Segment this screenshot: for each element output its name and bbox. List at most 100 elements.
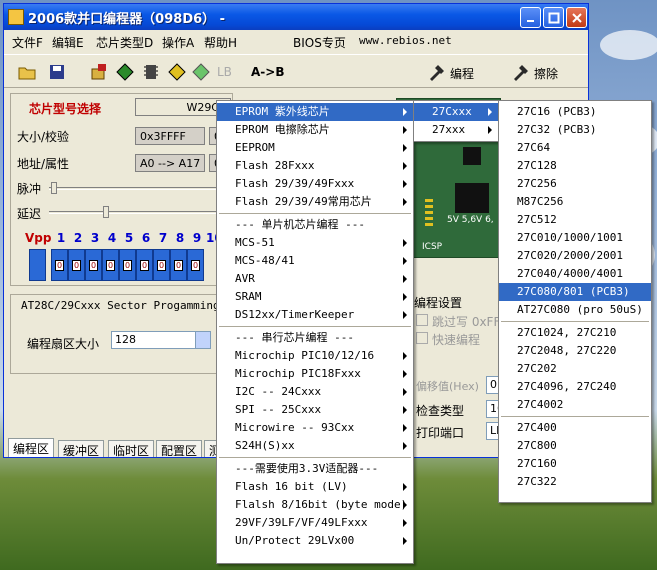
chip-verify-icon[interactable] — [142, 63, 160, 81]
submenu-arrow-icon — [403, 370, 407, 378]
menu-item[interactable]: SRAM — [217, 288, 413, 306]
chip-model-item[interactable]: 27C080/801 (PCB3) — [499, 283, 651, 301]
menu-item[interactable]: EEPROM — [217, 139, 413, 157]
chip-model-item[interactable]: 27C4002 — [499, 396, 651, 414]
menu-edit[interactable]: 编辑E — [52, 34, 84, 51]
offset-value: 0 — [490, 378, 497, 391]
chip-model-item[interactable]: AT27C080 (pro 50uS) — [499, 301, 651, 319]
diamond-green-icon[interactable] — [192, 63, 210, 81]
fast-program-checkbox[interactable] — [416, 332, 428, 344]
menu-item[interactable]: I2C -- 24Cxxx — [217, 383, 413, 401]
pin-switch[interactable]: 0 — [85, 249, 102, 281]
chip-model-item[interactable]: 27C128 — [499, 157, 651, 175]
pin-switch[interactable]: 0 — [136, 249, 153, 281]
chip-model-item[interactable]: 27C010/1000/1001 — [499, 229, 651, 247]
menu-chip-type[interactable]: 芯片类型D — [96, 34, 153, 51]
tab-temp[interactable]: 临时区 — [108, 440, 155, 458]
menu-website[interactable]: www.rebios.net — [359, 34, 452, 47]
menu-item-label: Microchip PIC18Fxxx — [235, 367, 361, 380]
a-to-b-button[interactable]: A->B — [251, 65, 284, 79]
pin-switch[interactable] — [29, 249, 46, 281]
maximize-button[interactable] — [543, 7, 564, 28]
chip-model-item[interactable]: 27C32 (PCB3) — [499, 121, 651, 139]
chip-model-item[interactable]: 27C160 — [499, 455, 651, 473]
menu-item-label: MCS-48/41 — [235, 254, 295, 267]
menu-item[interactable]: Flalsh 8/16bit (byte mode) — [217, 496, 413, 514]
pin-switch[interactable]: 0 — [119, 249, 136, 281]
pin-switch[interactable]: 0 — [153, 249, 170, 281]
menu-file[interactable]: 文件F — [12, 34, 43, 51]
submenu-arrow-icon — [403, 424, 407, 432]
chip-model-item[interactable]: M87C256 — [499, 193, 651, 211]
menu-item[interactable]: Microwire -- 93Cxx — [217, 419, 413, 437]
minimize-button[interactable] — [520, 7, 541, 28]
lb-button[interactable]: LB — [217, 65, 232, 79]
menu-item[interactable]: Flash 29/39/49Fxxx — [217, 175, 413, 193]
chip-model-item[interactable]: 27C800 — [499, 437, 651, 455]
chip-model-item[interactable]: 27C1024, 27C210 — [499, 324, 651, 342]
chip-model-item[interactable]: 27C202 — [499, 360, 651, 378]
skip-write-checkbox[interactable] — [416, 314, 428, 326]
menu-help[interactable]: 帮助H — [204, 34, 237, 51]
menu-item[interactable]: DS12xx/TimerKeeper — [217, 306, 413, 324]
chip-model-item[interactable]: 27C2048, 27C220 — [499, 342, 651, 360]
menu-item[interactable]: EPROM 紫外线芯片 — [217, 103, 413, 121]
submenu-item[interactable]: 27Cxxx — [414, 103, 498, 121]
erase-button[interactable]: 擦除 — [534, 65, 558, 82]
menu-item[interactable]: Microchip PIC18Fxxx — [217, 365, 413, 383]
chip-model-item[interactable]: 27C400 — [499, 419, 651, 437]
menu-item[interactable]: EPROM 电擦除芯片 — [217, 121, 413, 139]
menu-item-label: SPI -- 25Cxxx — [235, 403, 322, 416]
menu-item[interactable]: Flash 16 bit (LV) — [217, 478, 413, 496]
chip-model-item[interactable]: 27C64 — [499, 139, 651, 157]
menu-item[interactable]: Microchip PIC10/12/16 — [217, 347, 413, 365]
delay-slider-thumb[interactable] — [103, 206, 109, 218]
program-button[interactable]: 编程 — [450, 65, 474, 82]
chevron-down-icon[interactable] — [195, 332, 210, 348]
save-icon[interactable] — [48, 63, 66, 81]
close-button[interactable] — [566, 7, 587, 28]
menu-item-label: EEPROM — [235, 141, 275, 154]
sector-size-select[interactable]: 128 — [111, 331, 211, 349]
tab-config[interactable]: 配置区 — [156, 440, 203, 458]
chip-model-item[interactable]: 27C322 — [499, 473, 651, 491]
pin-switch[interactable]: 0 — [170, 249, 187, 281]
open-folder-icon[interactable] — [18, 63, 36, 81]
menu-item[interactable]: MCS-48/41 — [217, 252, 413, 270]
pin-switch[interactable]: 0 — [68, 249, 85, 281]
chip-model-item[interactable]: 27C256 — [499, 175, 651, 193]
print-port-label: 打印端口 — [416, 426, 465, 440]
menu-item[interactable]: Un/Protect 29LVx00 — [217, 532, 413, 550]
menu-item[interactable]: 29VF/39LF/VF/49LFxxx — [217, 514, 413, 532]
submenu-arrow-icon — [403, 144, 407, 152]
chip-model-item[interactable]: 27C16 (PCB3) — [499, 103, 651, 121]
tab-program-area[interactable]: 编程区 — [8, 438, 55, 457]
tab-buffer[interactable]: 缓冲区 — [58, 440, 105, 458]
menu-item[interactable]: AVR — [217, 270, 413, 288]
menu-item[interactable]: MCS-51 — [217, 234, 413, 252]
vpp-pin-switches: 0 0 0 0 0 0 0 0 0 — [29, 249, 229, 283]
pulse-slider-track[interactable] — [49, 187, 229, 190]
pin-switch[interactable]: 0 — [102, 249, 119, 281]
menu-item[interactable]: S24H(S)xx — [217, 437, 413, 455]
diamond-yellow-icon[interactable] — [168, 63, 186, 81]
menu-item[interactable]: Flash 28Fxxx — [217, 157, 413, 175]
chip-model-item[interactable]: 27C020/2000/2001 — [499, 247, 651, 265]
title-bar[interactable]: 2006款并口编程器（098D6） - — [4, 4, 588, 30]
chip-read-icon[interactable] — [90, 63, 108, 81]
diamond-icon[interactable] — [116, 63, 134, 81]
pin-switch[interactable]: 0 — [51, 249, 68, 281]
chip-model-item[interactable]: 27C512 — [499, 211, 651, 229]
program-icon[interactable] — [428, 63, 446, 81]
menu-operation[interactable]: 操作A — [162, 34, 194, 51]
erase-icon[interactable] — [512, 63, 530, 81]
pin-switch[interactable]: 0 — [187, 249, 204, 281]
pulse-slider-thumb[interactable] — [51, 182, 57, 194]
menu-item[interactable]: SPI -- 25Cxxx — [217, 401, 413, 419]
chip-model-item[interactable]: 27C4096, 27C240 — [499, 378, 651, 396]
delay-slider-track[interactable] — [49, 211, 229, 214]
chip-model-item[interactable]: 27C040/4000/4001 — [499, 265, 651, 283]
menu-bios[interactable]: BIOS专页 — [293, 34, 346, 51]
submenu-item[interactable]: 27xxx — [414, 121, 498, 139]
menu-item[interactable]: Flash 29/39/49常用芯片 — [217, 193, 413, 211]
